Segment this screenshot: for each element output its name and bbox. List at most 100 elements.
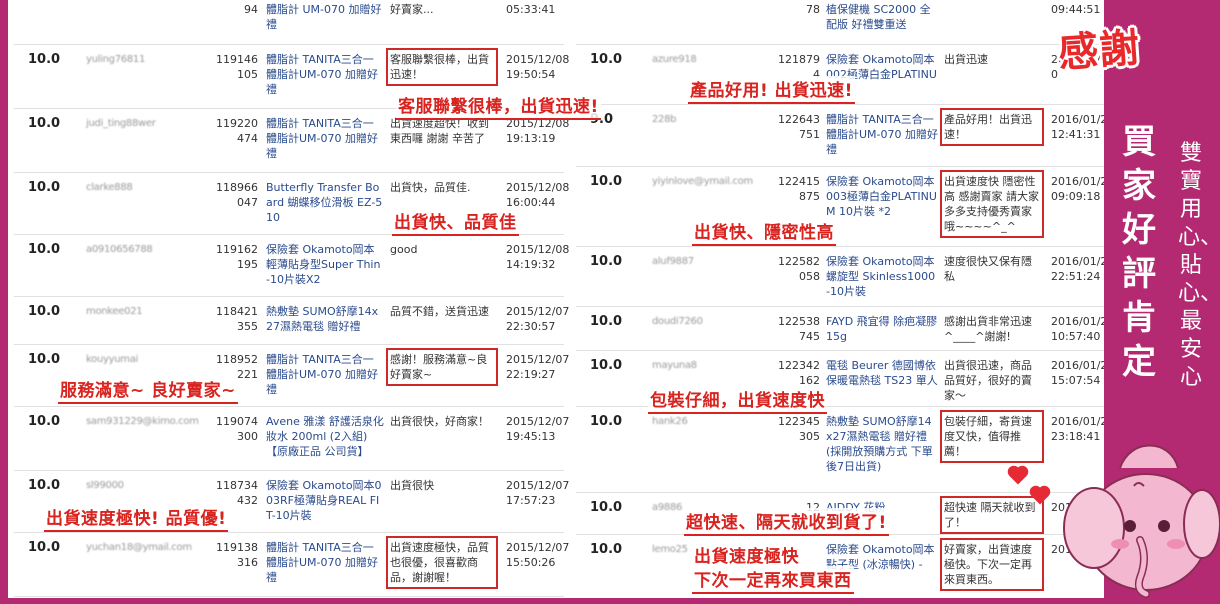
- order-id: 78: [806, 3, 820, 16]
- order-id: 122342162: [778, 359, 820, 387]
- review-comment: 客服聯繫很棒，出貨迅速！: [386, 48, 498, 86]
- review-row: 10.0 sam931229@kimo.com 119074300 Avene 雅漾 …: [14, 406, 569, 471]
- review-comment: 包裝仔細，寄貨速度又快，值得推薦！: [940, 410, 1044, 463]
- review-score: 10.0: [28, 352, 61, 367]
- product-link[interactable]: 熱敷墊 SUMO舒摩14x27濕熱電毯 贈好禮 (採開放預購方式 下單後7日出貨…: [826, 414, 938, 474]
- buyer-name: yuchan18@ymail.com: [86, 542, 192, 553]
- buyer-name: doudi7260: [652, 316, 703, 327]
- product-link[interactable]: Butterfly Transfer Board 蝴蝶移位滑板 EZ-510: [266, 180, 384, 225]
- product-link[interactable]: FAYD 飛宜得 除疤凝膠15g: [826, 314, 938, 344]
- review-row: 78 植保健機 SC2000 全配版 好禮雙重送 09:44:51: [576, 0, 1104, 45]
- product-link[interactable]: 體脂計 TANITA三合一體脂計UM-070 加贈好禮: [266, 540, 384, 585]
- review-date: 09:44:51: [1051, 3, 1101, 16]
- order-id: 122345305: [778, 415, 820, 443]
- review-row: 10.0 yiyinlove@ymail.com 122415875 保險套 Okam…: [576, 166, 1104, 247]
- order-id: 119074300: [216, 415, 258, 443]
- review-row: 10.0 monkee021 118421355 熱敷墊 SUMO舒摩14x27濕熱電…: [14, 296, 569, 345]
- review-comment: 出貨速度超快！收到東西囉 謝謝 辛苦了: [390, 117, 489, 145]
- product-link[interactable]: 電毯 Beurer 德國博依 保暖電熱毯 TS23 單人: [826, 358, 938, 388]
- review-comment: 出貨很迅速，商品品質好，很好的賣家～: [944, 359, 1032, 402]
- buyer-name: hank26: [652, 416, 688, 427]
- review-date: 2015/12/07 15:50:26: [506, 541, 570, 569]
- review-row: 94 體脂計 UM-070 加贈好禮 好賣家... 05:33:41: [14, 0, 564, 45]
- review-date: 2015/12/07 22:30:57: [506, 305, 570, 333]
- review-row: 10.0 doudi7260 122538745 FAYD 飛宜得 除疤凝膠15g 感謝…: [576, 306, 1104, 351]
- order-id: 118966047: [216, 181, 258, 209]
- review-comment: 出貨很快: [390, 479, 434, 492]
- review-score: 10.0: [590, 174, 623, 189]
- order-id: 122582058: [778, 255, 820, 283]
- order-id: 122538745: [778, 315, 820, 343]
- buyer-name: aluf9887: [652, 256, 694, 267]
- review-comment: 出貨很快，好商家！: [390, 415, 489, 428]
- review-comment: 出貨速度快 隱密性高 感謝賣家 請大家多多支持優秀賣家哦~~~~^_^: [940, 170, 1044, 238]
- product-link[interactable]: 體脂計 TANITA三合一體脂計UM-070 加贈好禮: [266, 116, 384, 161]
- buyer-name: mayuna8: [652, 360, 697, 371]
- product-link[interactable]: 保險套 Okamoto岡本輕薄貼身型Super Thin-10片裝X2: [266, 242, 384, 287]
- review-row: 9.0 228b 122643751 體脂計 TANITA三合一體脂計UM-070 加…: [576, 104, 1104, 167]
- product-link[interactable]: 保險套 Okamoto岡本003極薄白金PLATINUM 10片裝 *2: [826, 174, 938, 219]
- buyer-name: a0910656788: [86, 244, 153, 255]
- buyer-name: yiyinlove@ymail.com: [652, 176, 753, 187]
- banner-title: 買家好評肯定: [1122, 122, 1156, 382]
- review-score: 10.0: [28, 52, 61, 67]
- review-comment: 速度很快又保有隱私: [944, 255, 1032, 283]
- annotation-good-product: 產品好用! 出貨迅速!: [688, 76, 855, 104]
- product-link[interactable]: Avene 雅漾 舒護活泉化妝水 200ml (2入組)【原廠正品 公司貨】: [266, 414, 384, 459]
- buyer-name: clarke888: [86, 182, 133, 193]
- buyer-name: sl99000: [86, 480, 124, 491]
- review-row: 10.0 hank26 122345305 熱敷墊 SUMO舒摩14x27濕熱電毯 贈…: [576, 406, 1104, 493]
- review-score: 10.0: [590, 414, 623, 429]
- annotation-careful-packaging: 包裝仔細，出貨速度快: [648, 386, 827, 414]
- review-comment: 好賣家...: [390, 3, 434, 16]
- order-id: 118421355: [216, 305, 258, 333]
- review-score: 10.0: [28, 540, 61, 555]
- order-id: 94: [244, 3, 258, 16]
- review-date: 2015/12/08 14:19:32: [506, 243, 570, 271]
- review-date: 2015/12/07 22:19:27: [506, 353, 570, 381]
- annotation-service-fast: 客服聯繫很棒，出貨迅速!: [396, 92, 601, 120]
- buyer-name: yuling76811: [86, 54, 146, 65]
- order-id: 119162195: [216, 243, 258, 271]
- review-score: 10.0: [28, 478, 61, 493]
- review-comment: 出貨速度極快，品質也很優，很喜歡商品，謝謝喔！: [386, 536, 498, 589]
- buyer-name: azure918: [652, 54, 697, 65]
- product-link[interactable]: 熱敷墊 SUMO舒摩14x27濕熱電毯 贈好禮: [266, 304, 384, 334]
- order-id: 119220474: [216, 117, 258, 145]
- review-row: 10.0 yuchan18@ymail.com 119138316 體脂計 TANIT…: [14, 532, 569, 597]
- review-comment: 出貨迅速: [944, 53, 988, 66]
- review-score: 10.0: [590, 254, 623, 269]
- product-link[interactable]: 體脂計 TANITA三合一體脂計UM-070 加贈好禮: [266, 352, 384, 397]
- product-link[interactable]: 體脂計 TANITA三合一體脂計UM-070 加贈好禮: [826, 112, 938, 157]
- review-comment: 超快速 隔天就收到了！: [940, 496, 1044, 534]
- review-date: 2015/12/07 17:57:23: [506, 479, 570, 507]
- product-link[interactable]: 保險套 Okamoto岡本螺旋型 Skinless1000 -10片裝: [826, 254, 938, 299]
- order-id: 119146105: [216, 53, 258, 81]
- review-row: 10.0 aluf9887 122582058 保險套 Okamoto岡本螺旋型 Sk…: [576, 246, 1104, 307]
- review-score: 10.0: [28, 242, 61, 257]
- product-link[interactable]: 體脂計 UM-070 加贈好禮: [266, 2, 384, 32]
- review-score: 10.0: [28, 304, 61, 319]
- annotation-super-fast: 出貨速度極快: [692, 542, 801, 567]
- buyer-name: a9886: [652, 502, 683, 513]
- buyer-name: sam931229@kimo.com: [86, 416, 199, 427]
- review-date: 2016/01/26 10:57:40: [1051, 315, 1104, 343]
- review-date: 2015/12/08 19:50:54: [506, 53, 570, 81]
- order-id: 122643751: [778, 113, 820, 141]
- review-date: 2016/01/26 09:09:18: [1051, 175, 1104, 203]
- banner-subtitle: 雙寶用心、貼心、最安心: [1178, 141, 1220, 390]
- review-score: 10.0: [590, 358, 623, 373]
- buyer-name: judi_ting88wer: [86, 118, 156, 129]
- product-link[interactable]: 植保健機 SC2000 全配版 好禮雙重送: [826, 2, 938, 32]
- review-date: 2015/12/08 16:00:44: [506, 181, 570, 209]
- review-row: 10.0 a0910656788 119162195 保險套 Okamoto岡本輕薄貼…: [14, 234, 569, 297]
- product-link[interactable]: 保險套 Okamoto岡本003RF極薄貼身REAL FIT-10片裝: [266, 478, 384, 523]
- review-date: 2015/12/07 19:45:13: [506, 415, 570, 443]
- review-score: 10.0: [590, 500, 623, 515]
- review-date: 2016/01/25 15:07:54: [1051, 359, 1104, 387]
- review-date: 2016/01/27 12:41:31: [1051, 113, 1104, 141]
- review-score: 10.0: [28, 414, 61, 429]
- reviews-sheet: 94 體脂計 UM-070 加贈好禮 好賣家... 05:33:41 10.0 yulin…: [8, 0, 1104, 598]
- buyer-name: 228b: [652, 114, 677, 125]
- product-link[interactable]: 體脂計 TANITA三合一體脂計UM-070 加贈好禮: [266, 52, 384, 97]
